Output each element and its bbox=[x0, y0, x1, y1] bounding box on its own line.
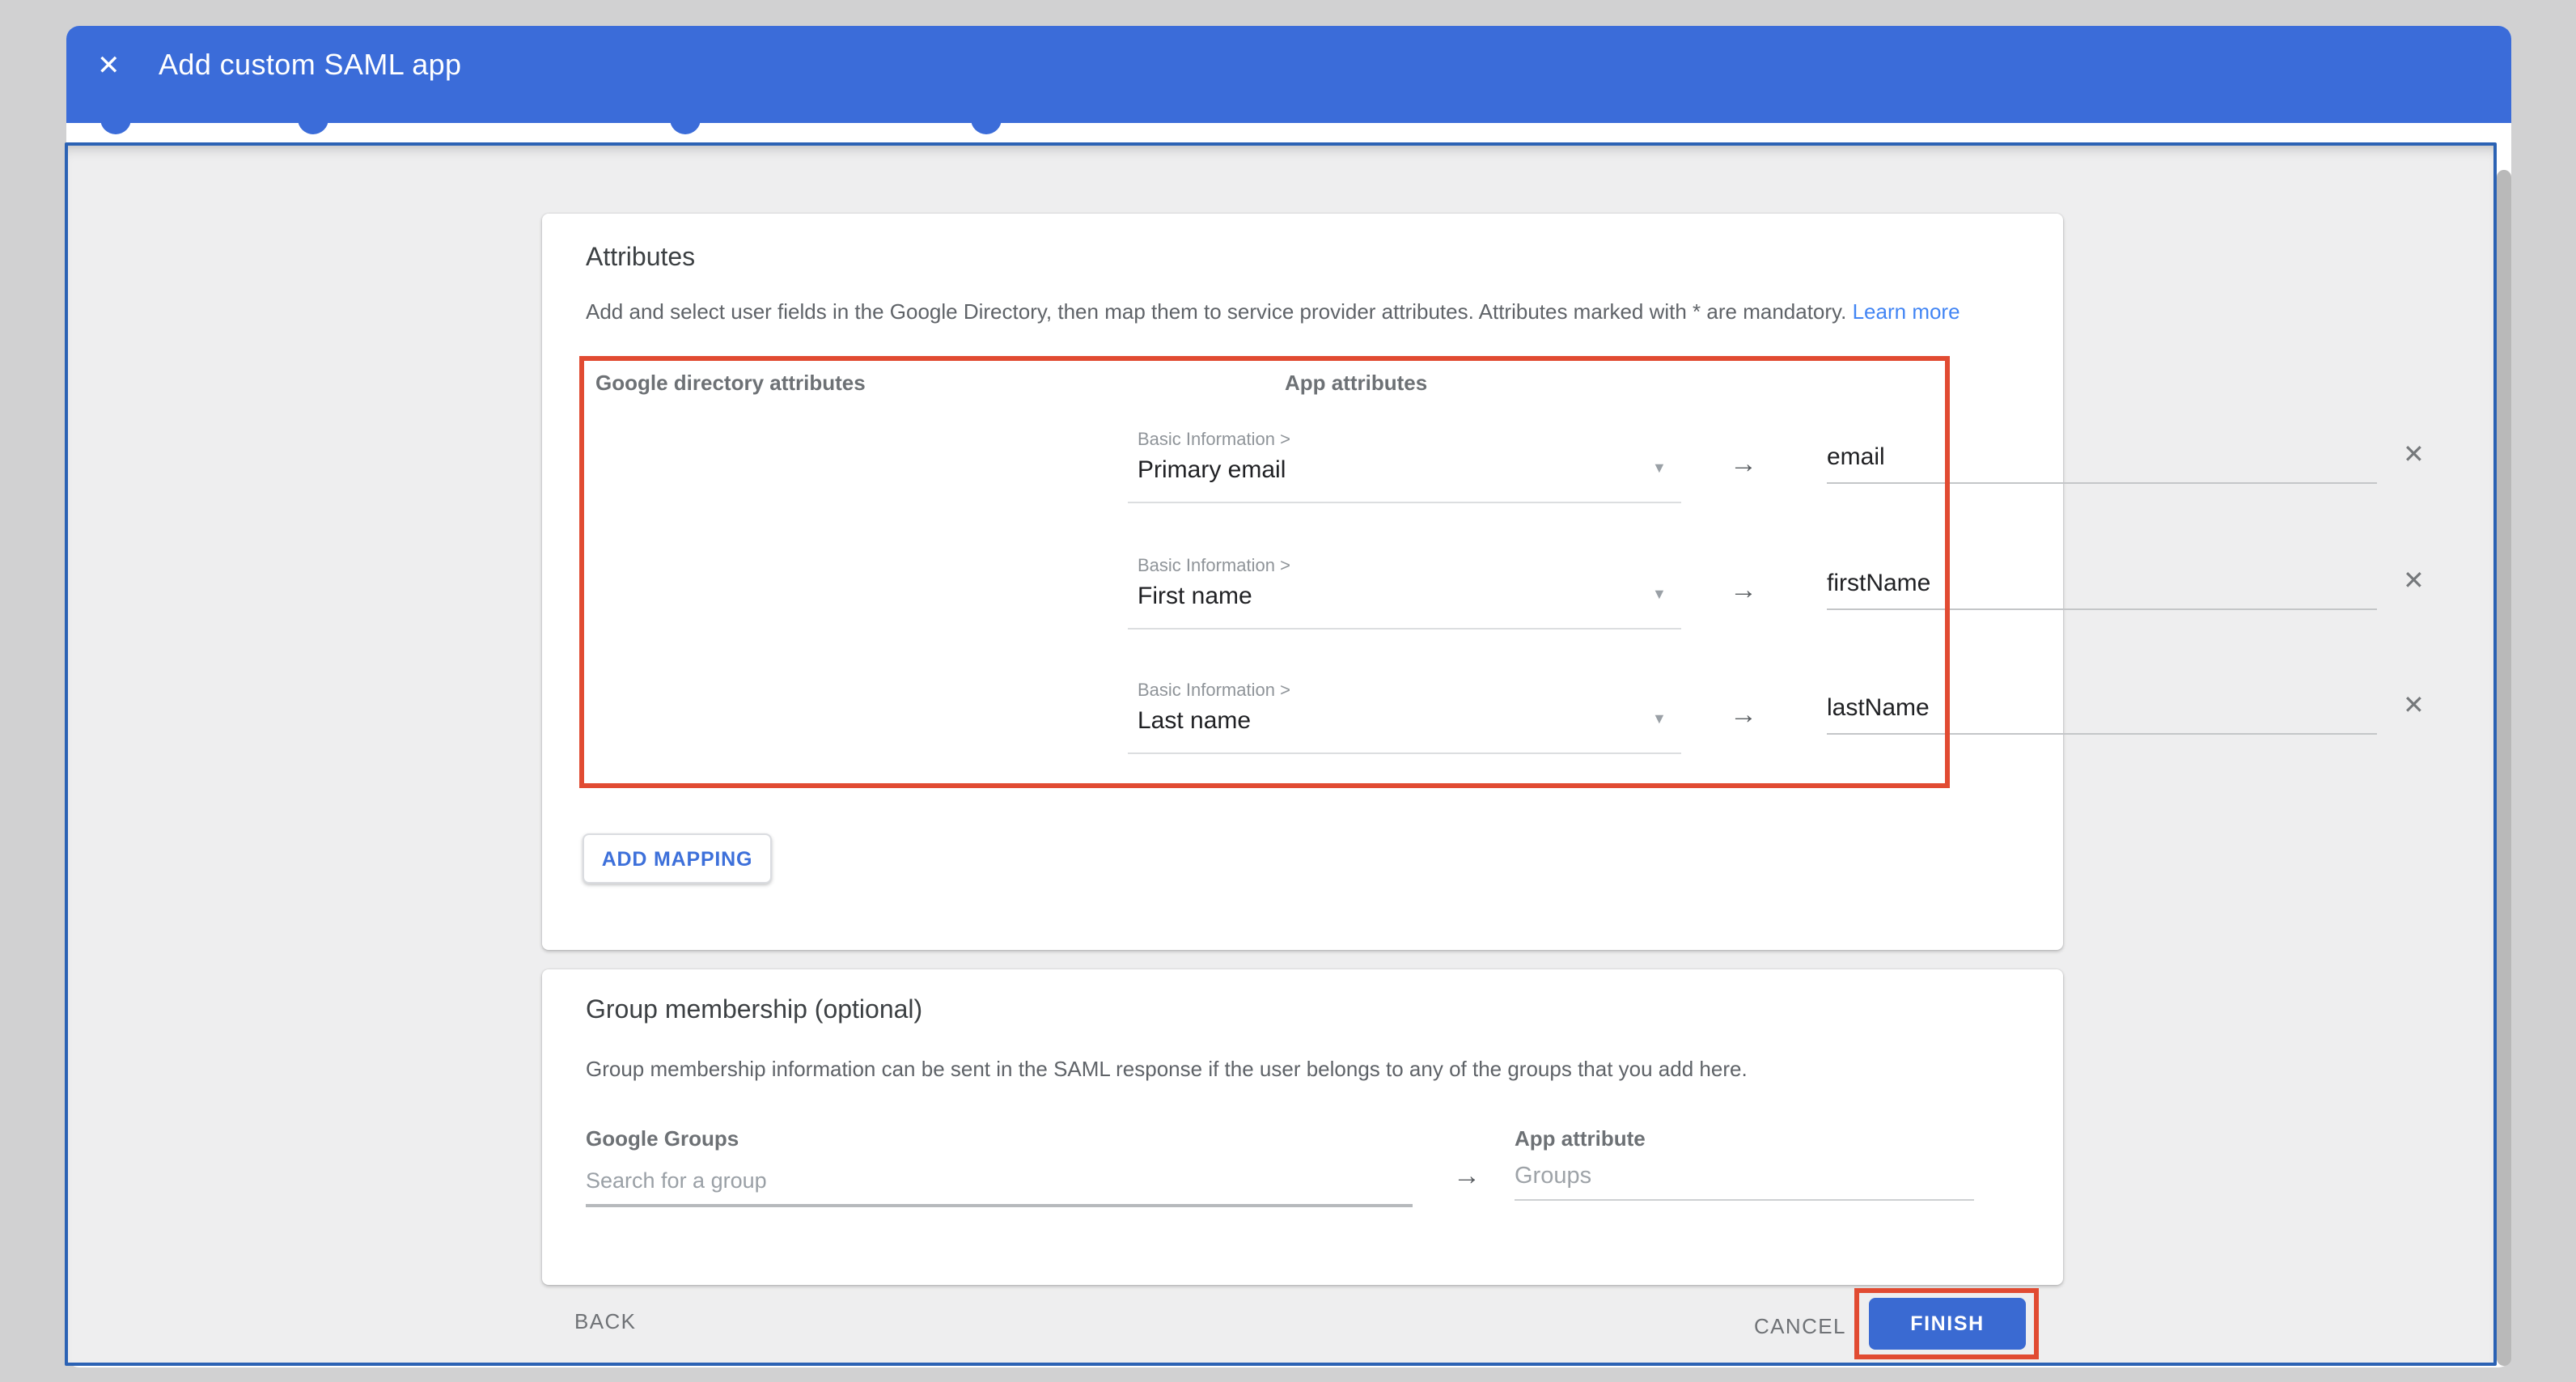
vertical-scrollbar[interactable] bbox=[2497, 170, 2511, 1366]
attributes-card-description: Add and select user fields in the Google… bbox=[586, 299, 1960, 324]
mapping-row: Basic Information > First name ▼ → ✕ bbox=[1138, 557, 2432, 660]
app-attribute-input[interactable] bbox=[1827, 570, 2377, 610]
dropdown-caret-icon[interactable]: ▼ bbox=[1652, 460, 1667, 476]
app-attributes-column-header: App attributes bbox=[1285, 371, 1427, 395]
add-mapping-button[interactable]: ADD MAPPING bbox=[583, 833, 772, 884]
mapping-row: Basic Information > Last name ▼ → ✕ bbox=[1138, 681, 2432, 785]
mapping-row: Basic Information > Primary email ▼ → ✕ bbox=[1138, 430, 2432, 534]
directory-category-label: Basic Information > bbox=[1138, 557, 1290, 576]
mapping-arrow-icon: → bbox=[1730, 448, 1757, 481]
close-icon[interactable]: ✕ bbox=[97, 52, 121, 79]
attributes-description-text: Add and select user fields in the Google… bbox=[586, 299, 1846, 324]
dropdown-caret-icon[interactable]: ▼ bbox=[1652, 710, 1667, 727]
group-membership-card: Group membership (optional) Group member… bbox=[542, 969, 2063, 1285]
app-attribute-input[interactable] bbox=[1827, 694, 2377, 735]
finish-button[interactable]: FINISH bbox=[1869, 1298, 2026, 1350]
directory-field-select[interactable]: First name bbox=[1138, 583, 1252, 610]
mapping-arrow-icon: → bbox=[1453, 1160, 1481, 1193]
back-button[interactable]: BACK bbox=[574, 1309, 636, 1333]
dropdown-underline bbox=[1128, 752, 1681, 754]
dialog-titlebar: ✕ Add custom SAML app bbox=[66, 26, 2511, 123]
groups-attribute-input[interactable] bbox=[1515, 1154, 1974, 1201]
google-groups-label: Google Groups bbox=[586, 1126, 739, 1151]
dropdown-underline bbox=[1128, 502, 1681, 503]
group-card-title: Group membership (optional) bbox=[586, 997, 922, 1026]
mapping-arrow-icon: → bbox=[1730, 699, 1757, 731]
directory-field-select[interactable]: Primary email bbox=[1138, 456, 1286, 484]
directory-field-select[interactable]: Last name bbox=[1138, 707, 1251, 735]
dropdown-underline bbox=[1128, 628, 1681, 630]
learn-more-link[interactable]: Learn more bbox=[1853, 299, 1960, 324]
mapping-arrow-icon: → bbox=[1730, 574, 1757, 607]
attributes-card-title: Attributes bbox=[586, 244, 695, 273]
remove-mapping-icon[interactable]: ✕ bbox=[2403, 565, 2425, 597]
group-search-input[interactable] bbox=[586, 1155, 1413, 1207]
directory-category-label: Basic Information > bbox=[1138, 681, 1290, 701]
remove-mapping-icon[interactable]: ✕ bbox=[2403, 439, 2425, 471]
group-card-description: Group membership information can be sent… bbox=[586, 1057, 1748, 1081]
app-attribute-label: App attribute bbox=[1515, 1126, 1646, 1151]
cancel-button[interactable]: CANCEL bbox=[1754, 1314, 1846, 1338]
remove-mapping-icon[interactable]: ✕ bbox=[2403, 689, 2425, 722]
dropdown-caret-icon[interactable]: ▼ bbox=[1652, 586, 1667, 602]
dialog-title: Add custom SAML app bbox=[159, 49, 461, 83]
directory-attributes-column-header: Google directory attributes bbox=[595, 371, 866, 395]
app-attribute-input[interactable] bbox=[1827, 443, 2377, 484]
directory-category-label: Basic Information > bbox=[1138, 430, 1290, 450]
